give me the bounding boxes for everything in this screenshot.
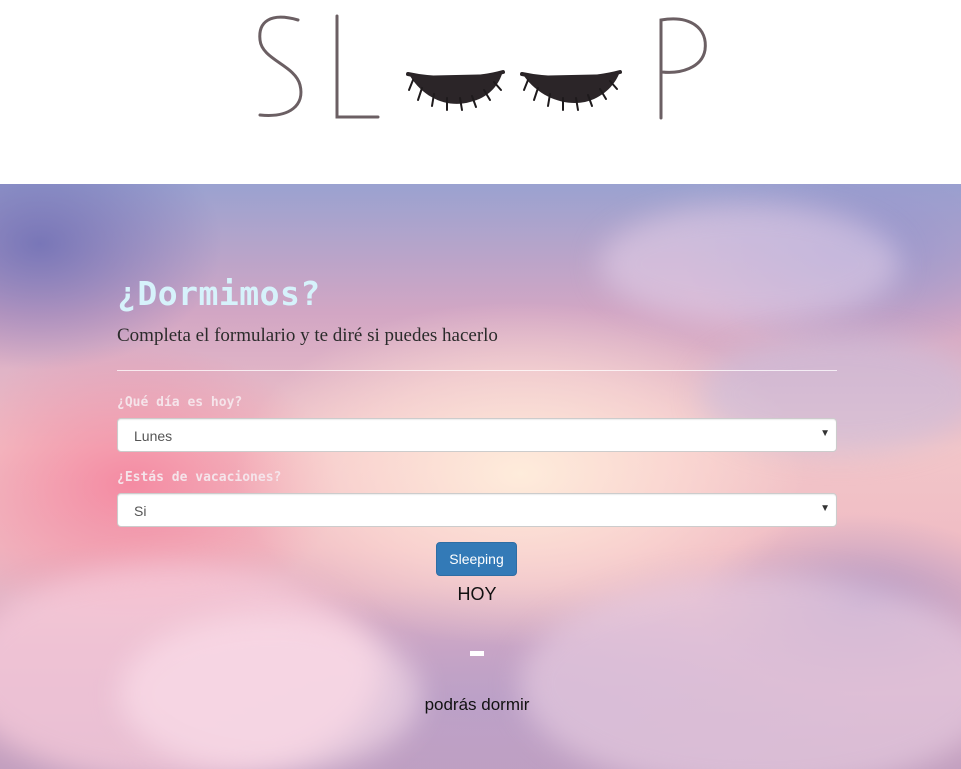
- sleeping-button[interactable]: Sleeping: [436, 542, 517, 576]
- day-label: ¿Qué día es hoy?: [117, 395, 243, 410]
- divider: [117, 370, 837, 371]
- result-message: podrás dormir: [424, 695, 530, 714]
- header: [0, 0, 961, 184]
- result-indicator: [470, 651, 484, 656]
- chevron-down-icon: ▼: [820, 428, 830, 439]
- page-subtitle: Completa el formulario y te diré si pued…: [117, 325, 498, 346]
- eyelash-icon: [520, 70, 622, 111]
- vacation-select[interactable]: Si ▼: [117, 493, 837, 527]
- day-select[interactable]: Lunes ▼: [117, 418, 837, 452]
- eyelash-icon: [406, 70, 505, 111]
- day-select-value: Lunes: [134, 428, 173, 444]
- page-title: ¿Dormimos?: [117, 274, 321, 313]
- sleep-logo: [258, 14, 707, 120]
- result-day: HOY: [457, 584, 497, 604]
- vacation-label: ¿Estás de vacaciones?: [117, 470, 282, 485]
- vacation-select-value: Si: [134, 503, 147, 519]
- chevron-down-icon: ▼: [820, 503, 830, 514]
